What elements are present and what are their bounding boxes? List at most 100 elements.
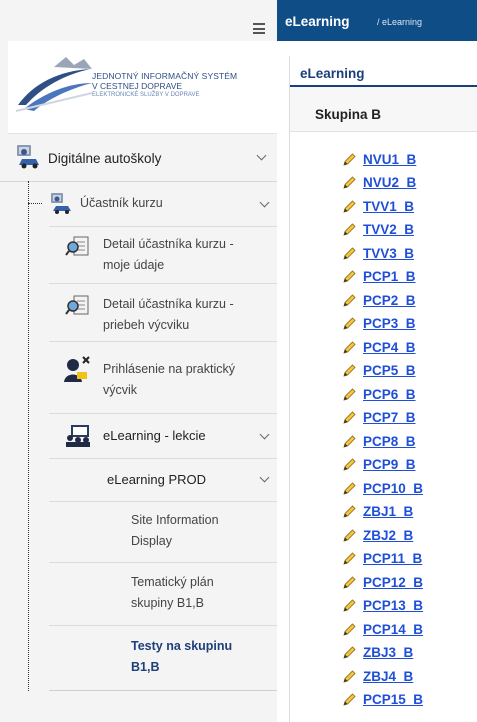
nav-testy-line1: Testy na skupinu xyxy=(131,639,233,653)
test-link-item[interactable]: PCP15_B xyxy=(342,690,423,710)
test-link-item[interactable]: PCP3_B xyxy=(342,314,416,334)
test-link[interactable]: PCP12_B xyxy=(363,575,423,590)
pencil-icon xyxy=(343,411,356,424)
pencil-icon xyxy=(343,693,356,706)
test-link-item[interactable]: PCP6_B xyxy=(342,384,416,404)
test-link[interactable]: PCP13_B xyxy=(363,598,423,613)
test-link-item[interactable]: ZBJ2_B xyxy=(342,525,413,545)
nav-elearning-prod[interactable]: eLearning PROD xyxy=(49,459,277,502)
test-link-item[interactable]: ZBJ1_B xyxy=(342,502,413,522)
test-link-item[interactable]: NVU1_B xyxy=(342,149,416,169)
nav-testy-na-skupinu[interactable]: Testy na skupinu B1,B xyxy=(49,626,277,691)
pencil-icon xyxy=(343,293,356,307)
chevron-down-icon xyxy=(256,150,267,161)
test-link[interactable]: ZBJ2_B xyxy=(363,528,413,543)
test-link[interactable]: PCP10_B xyxy=(363,481,423,496)
test-link-item[interactable]: ZBJ3_B xyxy=(342,643,413,663)
test-link-item[interactable]: PCP5_B xyxy=(342,361,416,381)
group-header: Skupina B xyxy=(290,87,477,132)
test-link-item[interactable]: PCP11_B xyxy=(342,549,422,569)
test-link[interactable]: ZBJ1_B xyxy=(363,504,413,519)
pencil-icon xyxy=(343,176,356,189)
test-link-item[interactable]: PCP7_B xyxy=(342,408,416,428)
test-link[interactable]: PCP5_B xyxy=(363,363,416,378)
test-link[interactable]: TVV1_B xyxy=(363,199,414,214)
pencil-icon xyxy=(343,364,356,377)
test-link[interactable]: PCP1_B xyxy=(363,269,416,284)
test-link[interactable]: NVU2_B xyxy=(363,175,416,190)
pencil-icon xyxy=(343,646,356,659)
test-link-item[interactable]: PCP10_B xyxy=(342,478,423,498)
nav-tematicky-plan-line2: skupiny B1,B xyxy=(131,596,204,610)
classroom-icon xyxy=(66,425,90,447)
nav-detail-moje-udaje-line2: moje údaje xyxy=(103,258,165,272)
test-link-item[interactable]: PCP9_B xyxy=(342,455,416,475)
pencil-icon xyxy=(343,152,356,166)
test-link-item[interactable]: TVV1_B xyxy=(342,196,414,216)
nav-detail-moje-udaje[interactable]: Detail účastníka kurzu - moje údaje xyxy=(49,227,277,284)
test-link-item[interactable]: TVV3_B xyxy=(342,243,414,263)
pencil-icon xyxy=(343,458,356,471)
pencil-icon xyxy=(343,434,356,448)
car-user-icon xyxy=(17,145,39,169)
test-link[interactable]: PCP2_B xyxy=(363,293,416,308)
test-link[interactable]: ZBJ4_B xyxy=(363,669,413,684)
pencil-icon xyxy=(343,199,356,213)
sidebar-top xyxy=(0,0,277,41)
logo-text: JEDNOTNÝ INFORMAČNÝ SYSTÉM V CESTNEJ DOP… xyxy=(92,71,237,100)
test-link[interactable]: PCP15_B xyxy=(363,692,423,707)
group-title: Skupina B xyxy=(315,107,382,122)
pencil-icon xyxy=(343,223,356,236)
test-link-item[interactable]: PCP2_B xyxy=(342,290,416,310)
test-link[interactable]: ZBJ3_B xyxy=(363,645,413,660)
pencil-icon xyxy=(343,528,356,542)
search-document-icon xyxy=(65,236,89,256)
pencil-icon xyxy=(343,575,356,589)
test-link-item[interactable]: PCP14_B xyxy=(342,619,423,639)
test-link-item[interactable]: PCP8_B xyxy=(342,431,416,451)
logo-line-1: JEDNOTNÝ INFORMAČNÝ SYSTÉM xyxy=(92,71,238,81)
panel-heading: eLearning xyxy=(300,66,365,81)
pencil-icon xyxy=(343,340,356,354)
nav-elearning-lekcie[interactable]: eLearning - lekcie xyxy=(49,414,277,459)
nav-tematicky-plan[interactable]: Tematický plán skupiny B1,B xyxy=(49,563,277,626)
test-link-item[interactable]: TVV2_B xyxy=(342,220,414,240)
search-document-icon xyxy=(65,295,89,315)
test-link-item[interactable]: PCP13_B xyxy=(342,596,423,616)
nav-detail-priebeh-vycviku[interactable]: Detail účastníka kurzu - priebeh výcviku xyxy=(49,284,277,342)
chevron-down-icon xyxy=(259,472,270,483)
nav-prihlasenie-line1: Prihlásenie na praktický xyxy=(103,362,236,376)
header-bar: eLearning / eLearning xyxy=(277,0,477,41)
test-link-item[interactable]: PCP1_B xyxy=(342,267,416,287)
test-link[interactable]: TVV3_B xyxy=(363,246,414,261)
sidebar: JEDNOTNÝ INFORMAČNÝ SYSTÉM V CESTNEJ DOP… xyxy=(0,0,277,722)
breadcrumb: / eLearning xyxy=(377,17,422,27)
test-link[interactable]: PCP8_B xyxy=(363,434,416,449)
nav-site-information-display[interactable]: Site Information Display xyxy=(49,502,277,563)
nav-ucastnik-kurzu[interactable]: Účastník kurzu xyxy=(49,182,277,227)
test-link[interactable]: PCP4_B xyxy=(363,340,416,355)
logo[interactable]: JEDNOTNÝ INFORMAČNÝ SYSTÉM V CESTNEJ DOP… xyxy=(8,41,277,134)
test-link[interactable]: PCP6_B xyxy=(363,387,416,402)
header-title[interactable]: eLearning xyxy=(285,14,350,29)
pencil-icon xyxy=(343,317,356,330)
test-link[interactable]: PCP3_B xyxy=(363,316,416,331)
test-link[interactable]: TVV2_B xyxy=(363,222,414,237)
pencil-icon xyxy=(343,505,356,518)
nav-digitalne-autoskoly[interactable]: Digitálne autoškoly xyxy=(0,135,277,182)
test-link-item[interactable]: PCP4_B xyxy=(342,337,416,357)
logo-line-3: ELEKTRONICKÉ SLUŽBY V DOPRAVE xyxy=(92,92,200,98)
pencil-icon xyxy=(343,270,356,283)
test-link-item[interactable]: PCP12_B xyxy=(342,572,423,592)
test-link[interactable]: NVU1_B xyxy=(363,152,416,167)
menu-toggle-icon[interactable] xyxy=(253,23,265,34)
nav-prihlasenie-vycvik[interactable]: Prihlásenie na praktický výcvik xyxy=(49,342,277,414)
test-link-item[interactable]: NVU2_B xyxy=(342,173,416,193)
test-link[interactable]: PCP7_B xyxy=(363,410,416,425)
tree-line xyxy=(28,181,29,691)
nav-detail-priebeh-line2: priebeh výcviku xyxy=(103,318,190,332)
test-link[interactable]: PCP9_B xyxy=(363,457,416,472)
test-link[interactable]: PCP11_B xyxy=(363,551,422,566)
test-link-item[interactable]: ZBJ4_B xyxy=(342,666,413,686)
test-link[interactable]: PCP14_B xyxy=(363,622,423,637)
